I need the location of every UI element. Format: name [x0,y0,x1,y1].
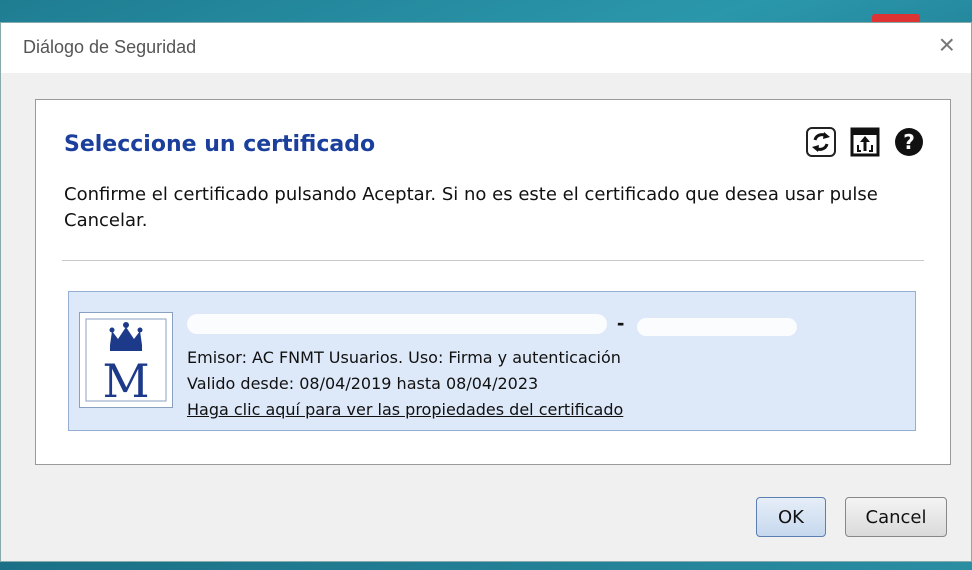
dialog-description: Confirme el certificado pulsando Aceptar… [64,184,878,231]
help-icon[interactable]: ? [894,127,924,157]
cancel-button[interactable]: Cancel [845,497,947,537]
certificate-validity: Valido desde: 08/04/2019 hasta 08/04/202… [187,374,539,393]
title-bar: Diálogo de Seguridad × [1,23,971,73]
ok-button[interactable]: OK [756,497,826,537]
help-glyph: ? [903,130,915,154]
close-icon[interactable]: × [939,31,955,59]
redacted-holder-name [187,314,607,334]
dialog-toolbar: ? [806,127,924,157]
divider [62,260,924,261]
dialog-heading: Seleccione un certificado [64,132,376,157]
certificate-issuer-use: Emisor: AC FNMT Usuarios. Uso: Firma y a… [187,348,621,367]
certificate-item[interactable]: M - Emisor: AC FNMT Usuarios. Uso: Firma… [68,291,916,431]
window-title: Diálogo de Seguridad [23,37,197,57]
security-dialog: Diálogo de Seguridad × Seleccione un cer… [0,22,972,562]
dialog-content-panel: Seleccione un certificado ? Confirme el … [35,99,951,465]
redacted-holder-id [637,318,797,336]
fnmt-logo: M [79,312,173,408]
logo-letter: M [102,354,149,407]
refresh-icon[interactable] [806,127,836,157]
certificate-properties-link[interactable]: Haga clic aquí para ver las propiedades … [187,400,623,419]
open-certificate-icon[interactable] [850,127,880,157]
name-separator: - [617,310,625,335]
